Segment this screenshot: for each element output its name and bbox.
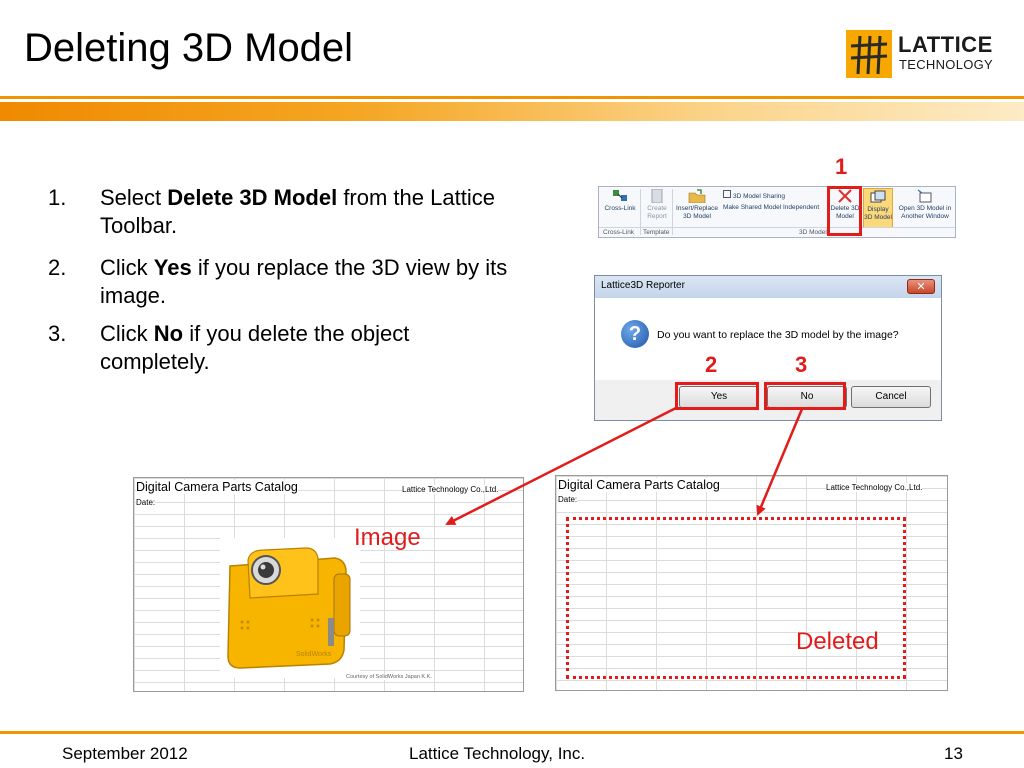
arrow-to-image — [445, 405, 679, 526]
arrow-overlay — [445, 405, 804, 526]
footer-date: September 2012 — [62, 744, 188, 763]
footer-rule — [0, 731, 1024, 734]
footer-company: Lattice Technology, Inc. — [409, 744, 586, 763]
arrow-to-deleted — [756, 408, 804, 516]
page-number: 13 — [944, 744, 963, 763]
